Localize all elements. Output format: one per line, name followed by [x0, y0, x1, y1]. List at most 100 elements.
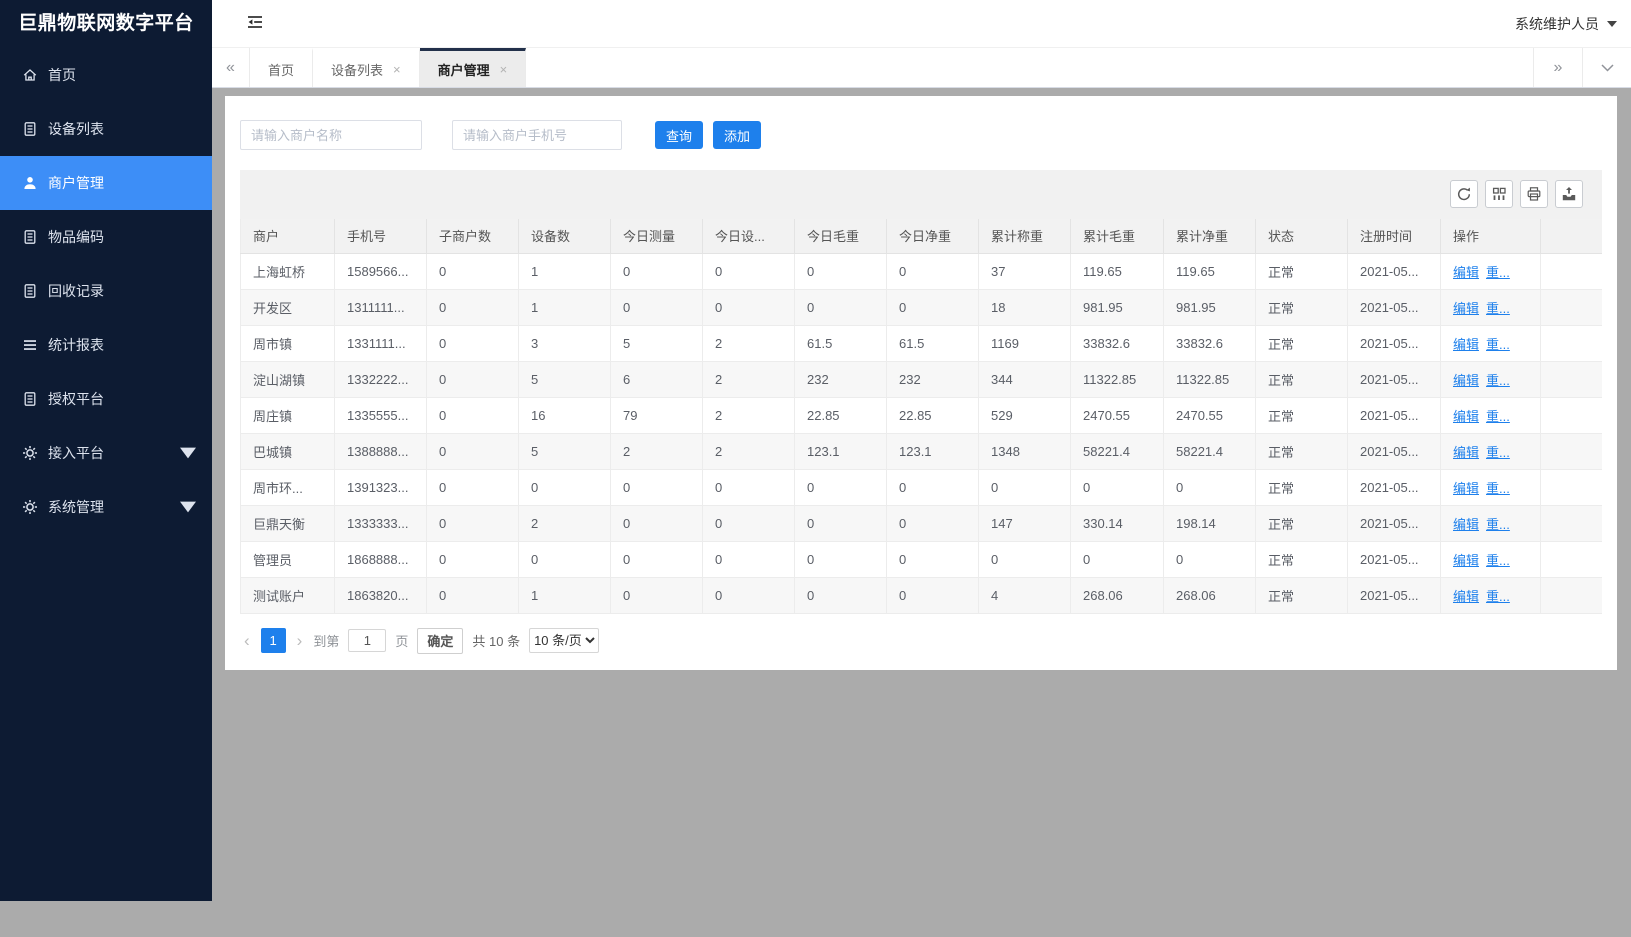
sidebar-item-device-list[interactable]: 设备列表 — [0, 102, 212, 156]
table-cell: 79 — [611, 397, 703, 433]
row-actions: 编辑重... — [1441, 253, 1541, 289]
table-cell: 正常 — [1256, 397, 1348, 433]
sidebar-item-system-management[interactable]: 系统管理 — [0, 480, 212, 534]
row-action-link[interactable]: 重... — [1486, 265, 1510, 280]
filler-cell — [1541, 361, 1603, 397]
table-cell: 1333333... — [335, 505, 427, 541]
row-actions: 编辑重... — [1441, 361, 1541, 397]
list-icon — [22, 337, 38, 353]
row-actions: 编辑重... — [1441, 289, 1541, 325]
row-action-link[interactable]: 重... — [1486, 481, 1510, 496]
sidebar-item-access-platform[interactable]: 接入平台 — [0, 426, 212, 480]
table-cell: 2021-05... — [1348, 397, 1441, 433]
user-menu[interactable]: 系统维护人员 — [1515, 14, 1617, 34]
row-action-link[interactable]: 编辑 — [1453, 337, 1479, 352]
row-action-link[interactable]: 编辑 — [1453, 589, 1479, 604]
table-cell: 529 — [979, 397, 1071, 433]
add-button[interactable]: 添加 — [713, 121, 761, 149]
sidebar-item-home[interactable]: 首页 — [0, 48, 212, 102]
tab-merchant-management[interactable]: 商户管理× — [420, 48, 527, 87]
table-cell: 3 — [519, 325, 611, 361]
tabs-scroll-right-button[interactable]: » — [1533, 48, 1582, 87]
sidebar-item-merchant-management[interactable]: 商户管理 — [0, 156, 212, 210]
sidebar-item-statistics-report[interactable]: 统计报表 — [0, 318, 212, 372]
table-cell: 2 — [611, 433, 703, 469]
column-header: 今日设... — [703, 219, 795, 253]
home-icon — [22, 67, 38, 83]
refresh-button[interactable] — [1450, 180, 1478, 208]
row-action-link[interactable]: 编辑 — [1453, 553, 1479, 568]
table-row: 周市环...1391323...000000000正常2021-05...编辑重… — [241, 469, 1603, 505]
column-header: 状态 — [1256, 219, 1348, 253]
row-action-link[interactable]: 重... — [1486, 301, 1510, 316]
tabs: 首页设备列表×商户管理× — [250, 48, 526, 87]
table-cell: 123.1 — [887, 433, 979, 469]
table-cell: 1348 — [979, 433, 1071, 469]
table-cell: 2 — [703, 325, 795, 361]
prev-page-button[interactable]: ‹ — [242, 632, 252, 649]
table-cell: 0 — [887, 253, 979, 289]
row-actions: 编辑重... — [1441, 433, 1541, 469]
table-row: 开发区1311111...01000018981.95981.95正常2021-… — [241, 289, 1603, 325]
merchant-name-input[interactable] — [240, 120, 422, 150]
table-cell: 0 — [519, 469, 611, 505]
row-action-link[interactable]: 重... — [1486, 337, 1510, 352]
export-button[interactable] — [1555, 180, 1583, 208]
row-action-link[interactable]: 编辑 — [1453, 445, 1479, 460]
page-size-select[interactable]: 10 条/页 — [529, 628, 599, 653]
goto-label: 到第 — [313, 631, 339, 650]
table-cell: 测试账户 — [241, 577, 335, 613]
row-action-link[interactable]: 编辑 — [1453, 301, 1479, 316]
table-cell: 正常 — [1256, 505, 1348, 541]
sidebar-item-item-code[interactable]: 物品编码 — [0, 210, 212, 264]
close-tab-icon[interactable]: × — [500, 62, 508, 77]
row-action-link[interactable]: 重... — [1486, 553, 1510, 568]
table-cell: 18 — [979, 289, 1071, 325]
sidebar-collapse-button[interactable] — [242, 11, 268, 36]
columns-button[interactable] — [1485, 180, 1513, 208]
tab-home[interactable]: 首页 — [250, 48, 313, 87]
row-action-link[interactable]: 重... — [1486, 409, 1510, 424]
table-row: 巨鼎天衡1333333...020000147330.14198.14正常202… — [241, 505, 1603, 541]
goto-page-input[interactable] — [348, 629, 386, 652]
row-action-link[interactable]: 重... — [1486, 589, 1510, 604]
table-cell: 0 — [611, 505, 703, 541]
gear-icon — [22, 445, 38, 461]
print-button[interactable] — [1520, 180, 1548, 208]
table-cell: 4 — [979, 577, 1071, 613]
table-cell: 2470.55 — [1164, 397, 1256, 433]
row-action-link[interactable]: 编辑 — [1453, 409, 1479, 424]
row-action-link[interactable]: 编辑 — [1453, 373, 1479, 388]
tabs-menu-button[interactable] — [1582, 48, 1631, 87]
table-cell: 2021-05... — [1348, 505, 1441, 541]
user-name: 系统维护人员 — [1515, 14, 1599, 34]
row-action-link[interactable]: 重... — [1486, 445, 1510, 460]
page-1-button[interactable]: 1 — [261, 628, 286, 653]
tabs-scroll-left-button[interactable]: « — [212, 48, 250, 87]
filler-cell — [1541, 505, 1603, 541]
sidebar-item-authorized-platform[interactable]: 授权平台 — [0, 372, 212, 426]
query-button[interactable]: 查询 — [655, 121, 703, 149]
row-action-link[interactable]: 重... — [1486, 517, 1510, 532]
sidebar-item-label: 接入平台 — [48, 443, 104, 463]
table-cell: 正常 — [1256, 325, 1348, 361]
row-action-link[interactable]: 编辑 — [1453, 517, 1479, 532]
tab-device-list[interactable]: 设备列表× — [313, 48, 420, 87]
table-cell: 2021-05... — [1348, 289, 1441, 325]
chevron-down-icon — [1601, 64, 1614, 72]
close-tab-icon[interactable]: × — [393, 62, 401, 77]
table-cell: 1 — [519, 289, 611, 325]
row-action-link[interactable]: 编辑 — [1453, 481, 1479, 496]
column-header: 手机号 — [335, 219, 427, 253]
table-cell: 11322.85 — [1071, 361, 1164, 397]
table-cell: 1311111... — [335, 289, 427, 325]
row-action-link[interactable]: 编辑 — [1453, 265, 1479, 280]
table-cell: 58221.4 — [1071, 433, 1164, 469]
next-page-button[interactable]: › — [295, 632, 305, 649]
table-cell: 巨鼎天衡 — [241, 505, 335, 541]
table-cell: 1589566... — [335, 253, 427, 289]
row-action-link[interactable]: 重... — [1486, 373, 1510, 388]
merchant-phone-input[interactable] — [452, 120, 622, 150]
sidebar-item-recycle-records[interactable]: 回收记录 — [0, 264, 212, 318]
confirm-button[interactable]: 确定 — [417, 628, 463, 654]
